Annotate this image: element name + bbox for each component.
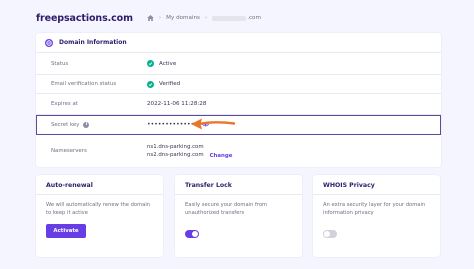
- nameserver-1: ns1.dns-parking.com: [147, 144, 204, 150]
- divider: [175, 194, 302, 195]
- nameservers-row: Nameservers ns1.dns-parking.com ns2.dns-…: [36, 135, 441, 167]
- breadcrumb: › My domains › .com: [147, 15, 261, 21]
- expires-at-label: Expires at: [51, 101, 78, 107]
- secret-key-label-wrap: Secret key i: [51, 121, 90, 128]
- page-title: freepsactions.com: [36, 12, 133, 24]
- check-circle-icon: [147, 80, 154, 88]
- check-circle-icon: [147, 60, 154, 67]
- auto-renewal-title: Auto-renewal: [46, 182, 93, 189]
- annotation-arrow-icon: [191, 118, 236, 130]
- divider: [36, 194, 163, 195]
- transfer-lock-toggle[interactable]: [185, 230, 199, 238]
- blurred-domain-name: [212, 15, 247, 21]
- secret-key-row: Secret key i ••••••••••••••: [36, 115, 441, 135]
- domain-information-card: Domain Information Status Active Email v…: [36, 33, 441, 167]
- nameservers-value-wrap: ns1.dns-parking.com ns2.dns-parking.com …: [147, 143, 232, 159]
- domain-information-title: Domain Information: [59, 39, 127, 46]
- status-row: Status Active: [36, 53, 441, 75]
- transfer-lock-card: Transfer Lock Easily secure your domain …: [175, 175, 302, 257]
- email-verification-label: Email verification status: [51, 81, 117, 87]
- email-verification-row: Email verification status Verified: [36, 75, 441, 94]
- activate-button[interactable]: Activate: [46, 224, 86, 238]
- breadcrumb-separator: ›: [204, 15, 208, 21]
- expires-at-row: Expires at 2022-11-06 11:28:28: [36, 94, 441, 115]
- whois-privacy-title: WHOIS Privacy: [323, 182, 375, 189]
- whois-privacy-card: WHOIS Privacy An extra security layer fo…: [313, 175, 440, 257]
- globe-icon: [45, 38, 53, 47]
- whois-privacy-description: An extra security layer for your domain …: [323, 202, 426, 216]
- email-verification-value: Verified: [159, 81, 181, 87]
- status-label: Status: [51, 60, 69, 67]
- whois-privacy-toggle[interactable]: [323, 230, 337, 238]
- transfer-lock-title: Transfer Lock: [185, 182, 232, 189]
- email-verification-value-wrap: Verified: [147, 80, 181, 88]
- divider: [313, 194, 440, 195]
- toggle-knob: [324, 231, 330, 237]
- auto-renewal-card: Auto-renewal We will automatically renew…: [36, 175, 163, 257]
- info-icon[interactable]: i: [83, 121, 90, 128]
- status-value-wrap: Active: [147, 60, 176, 67]
- nameserver-2: ns2.dns-parking.com: [147, 152, 204, 158]
- breadcrumb-my-domains[interactable]: My domains: [166, 15, 200, 21]
- nameservers-label: Nameservers: [51, 148, 87, 154]
- change-nameservers-link[interactable]: Change: [210, 153, 233, 159]
- expires-at-value: 2022-11-06 11:28:28: [147, 101, 207, 107]
- nameservers-list: ns1.dns-parking.com ns2.dns-parking.com: [147, 143, 204, 159]
- auto-renewal-description: We will automatically renew the domain t…: [46, 202, 151, 216]
- top-bar: freepsactions.com › My domains › .com: [36, 11, 261, 25]
- toggle-knob: [192, 231, 198, 237]
- transfer-lock-description: Easily secure your domain from unauthori…: [185, 202, 268, 216]
- home-icon[interactable]: [147, 15, 154, 21]
- status-value: Active: [159, 60, 177, 67]
- secret-key-label: Secret key: [51, 121, 80, 128]
- breadcrumb-separator: ›: [158, 15, 162, 21]
- domain-information-header: Domain Information: [36, 33, 441, 53]
- breadcrumb-current: .com: [247, 15, 261, 21]
